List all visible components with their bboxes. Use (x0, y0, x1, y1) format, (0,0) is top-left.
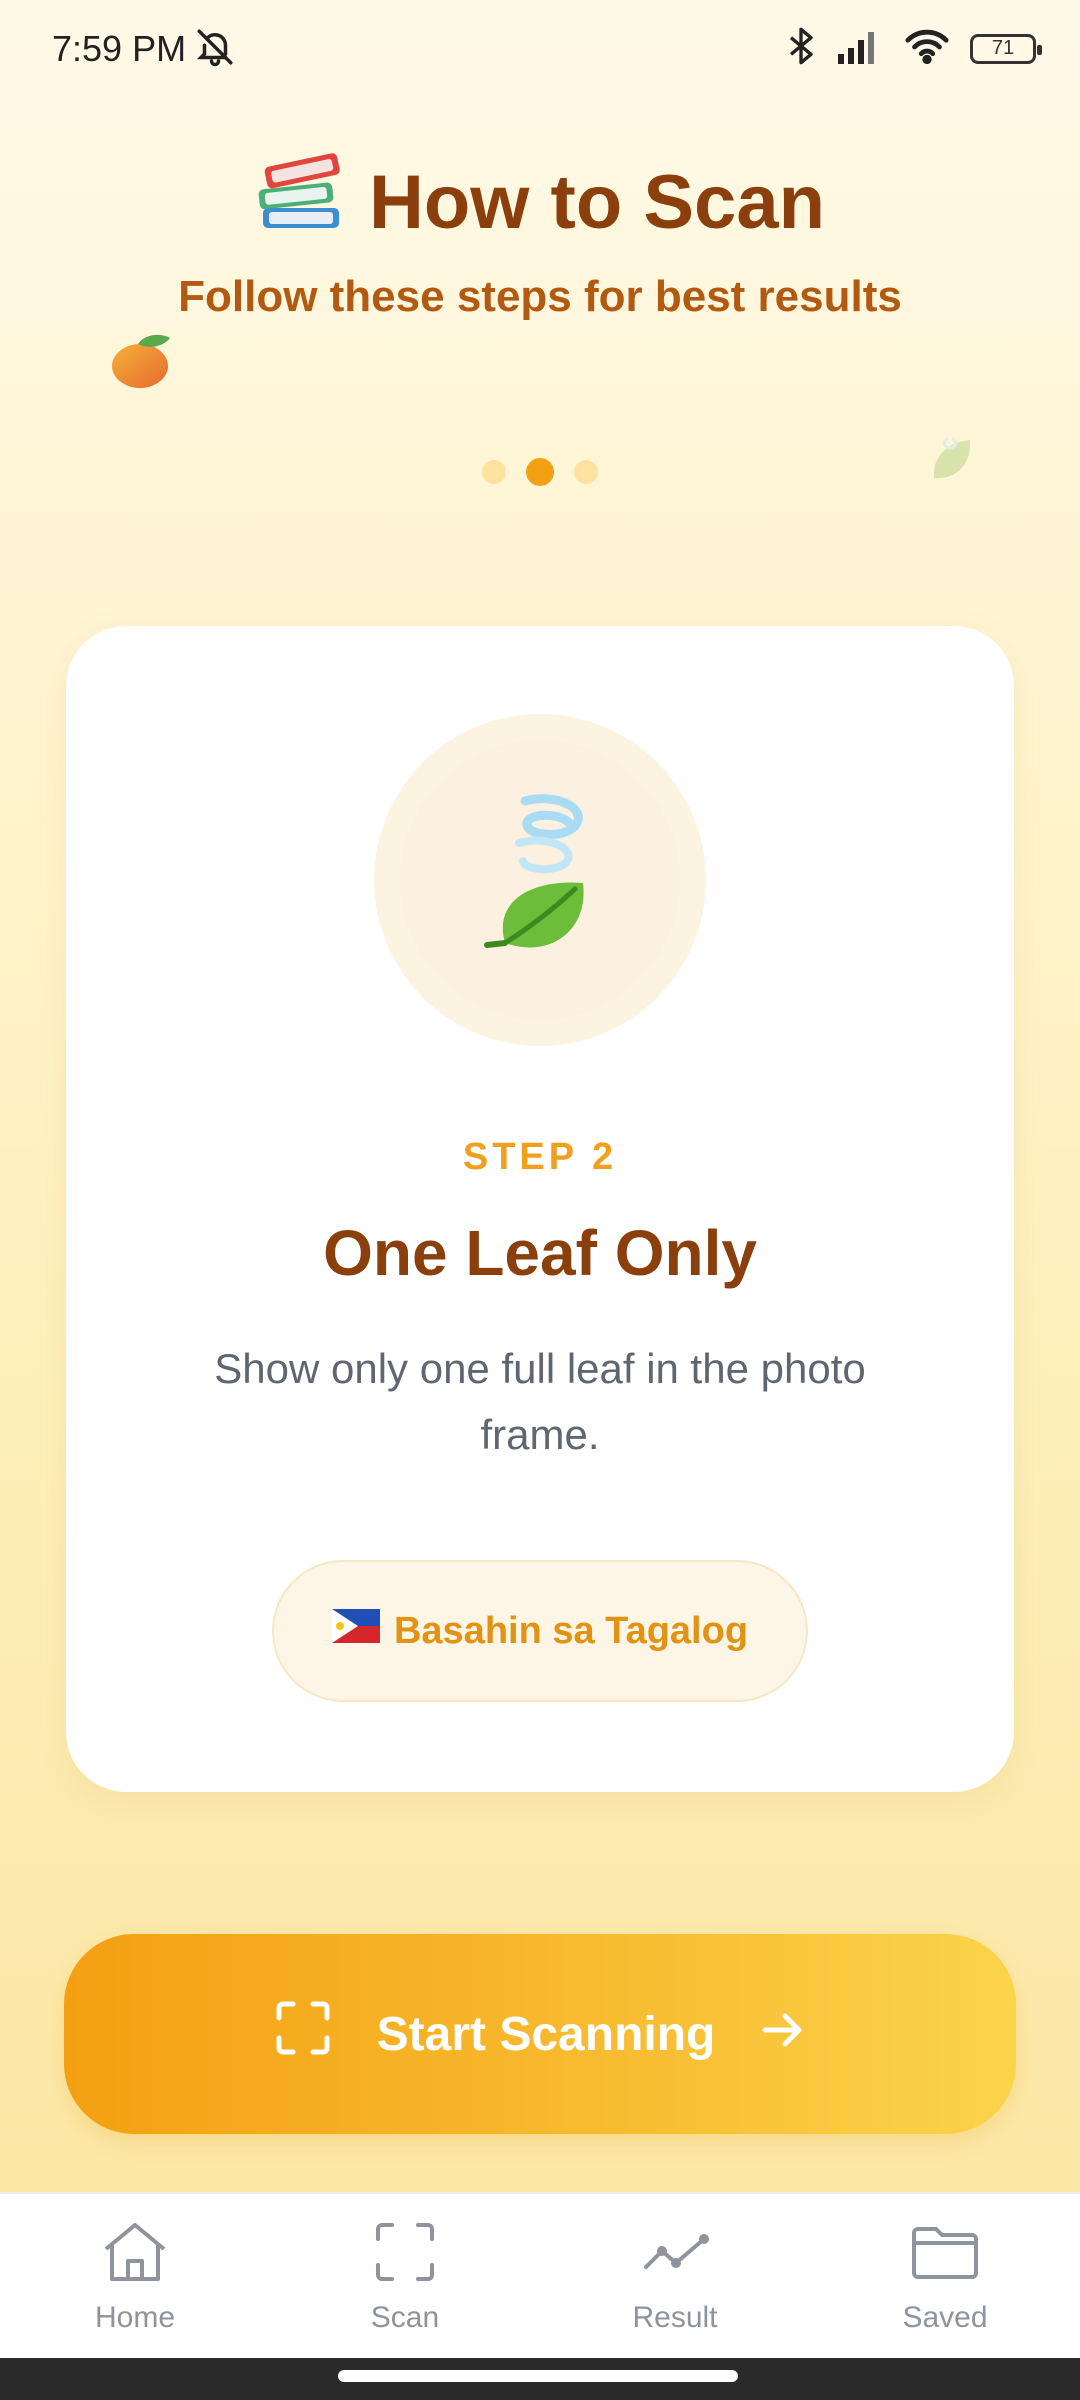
books-icon (255, 150, 345, 254)
status-bar: 7:59 PM 71 (0, 0, 1080, 96)
nav-label: Saved (902, 2301, 988, 2334)
page-header: How to Scan (0, 150, 1080, 254)
title-text: How to Scan (368, 159, 826, 245)
scan-icon (372, 2219, 438, 2293)
step-description: Show only one full leaf in the photo fra… (214, 1345, 866, 1458)
nav-result[interactable]: Result (575, 2219, 775, 2335)
folder-icon (910, 2219, 980, 2293)
page-title: How to Scan (255, 150, 825, 254)
battery-icon: 71 (970, 33, 1042, 64)
nav-saved[interactable]: Saved (845, 2219, 1045, 2335)
step-number: STEP 2 (462, 1136, 618, 1178)
nav-scan[interactable]: Scan (305, 2219, 505, 2335)
mango-icon (108, 326, 176, 397)
nav-label: Scan (370, 2301, 440, 2334)
start-scanning-button[interactable]: Start Scanning (64, 1934, 1016, 2134)
step-illustration (374, 714, 706, 1046)
leaf-wind-icon (465, 783, 615, 978)
result-icon (640, 2219, 710, 2293)
bottom-navigation: Home Scan Result Saved (0, 2192, 1080, 2360)
nav-label: Result (632, 2301, 718, 2334)
philippines-flag-icon (331, 1609, 380, 1653)
page-subtitle: Follow these steps for best results (178, 272, 902, 321)
pager-dot-active[interactable] (526, 458, 554, 486)
status-time: 7:59 PM (52, 28, 187, 69)
nav-home[interactable]: Home (35, 2219, 235, 2335)
bell-muted-icon (194, 26, 236, 73)
bluetooth-icon (786, 26, 816, 71)
signal-icon (836, 28, 884, 69)
status-icons: 71 (786, 26, 1042, 71)
step-pager[interactable] (0, 458, 1080, 486)
language-button-label: Basahin sa Tagalog (393, 1609, 749, 1652)
read-in-tagalog-button[interactable]: Basahin sa Tagalog (272, 1560, 808, 1702)
wifi-icon (904, 28, 950, 69)
scan-frame-icon (275, 2000, 331, 2068)
home-indicator[interactable] (338, 2370, 738, 2382)
pager-dot[interactable] (574, 460, 598, 484)
step-card: STEP 2 One Leaf Only Show only one full … (66, 626, 1014, 1792)
pager-dot[interactable] (482, 460, 506, 484)
arrow-right-icon (761, 2007, 805, 2062)
step-title: One Leaf Only (323, 1217, 757, 1289)
start-scanning-label: Start Scanning (376, 2007, 716, 2061)
home-icon (100, 2219, 170, 2293)
nav-label: Home (94, 2301, 176, 2334)
